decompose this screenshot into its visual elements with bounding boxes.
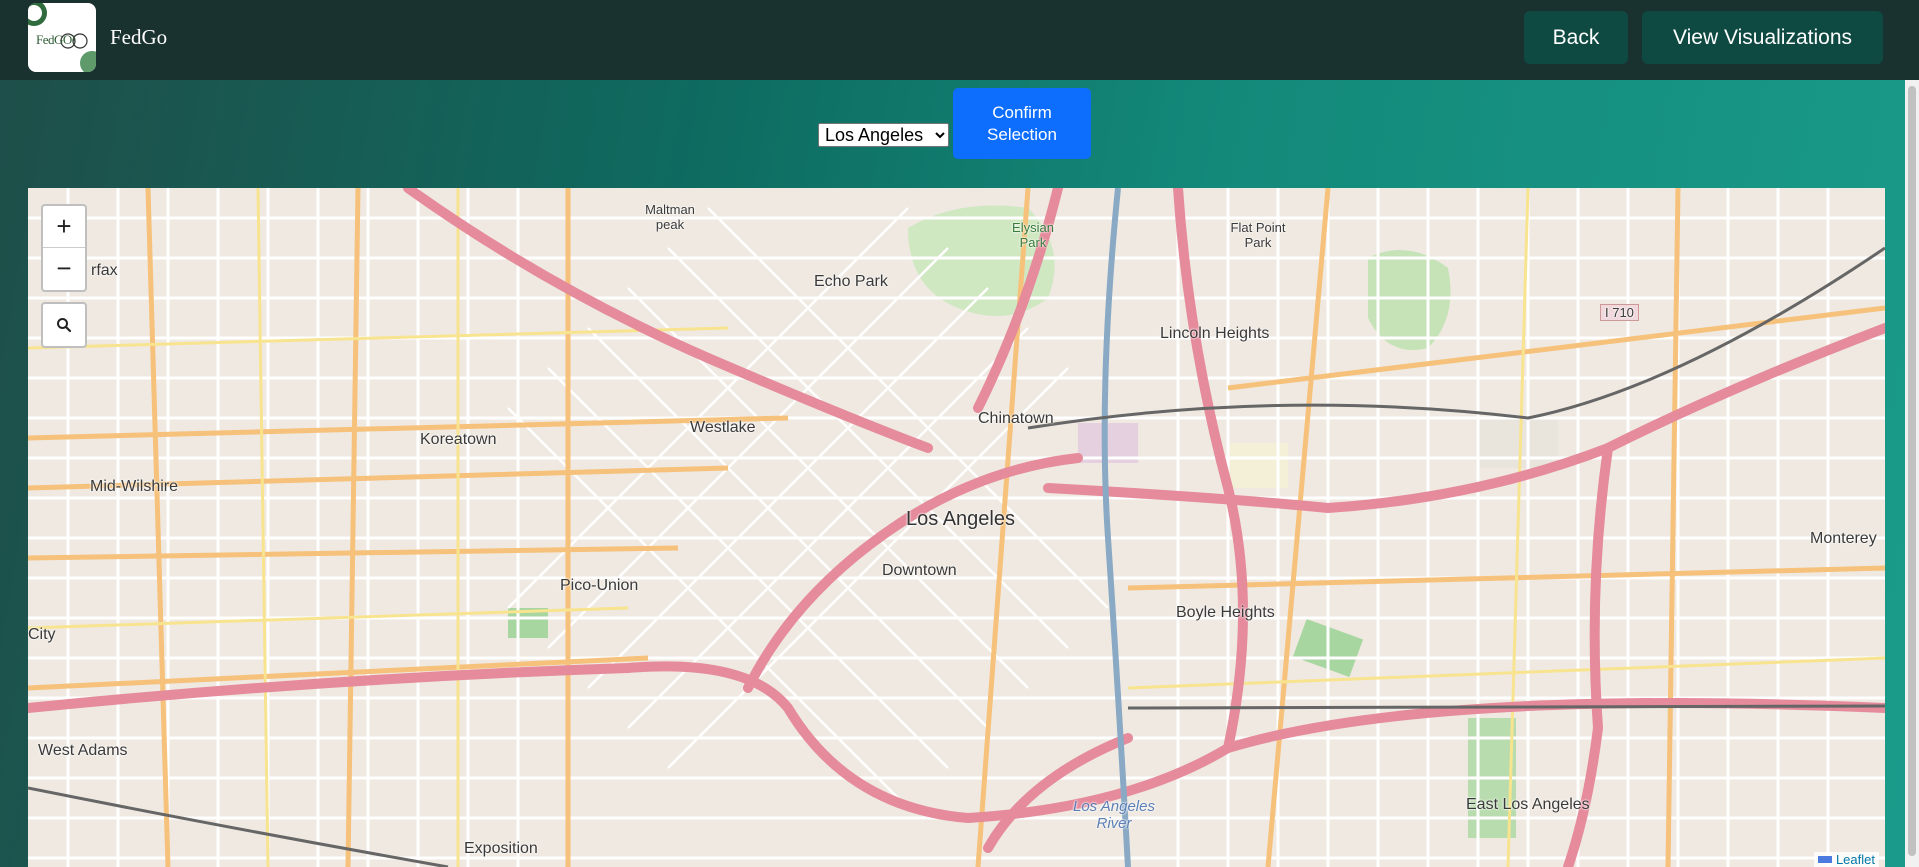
top-nav-bar: FedGO! FedGo Back View Visualizations (0, 0, 1919, 80)
zoom-out-button[interactable]: − (43, 247, 85, 289)
map-label-koreatown: Koreatown (420, 431, 497, 448)
map-label-chinatown: Chinatown (978, 410, 1054, 427)
map-label-exposition: Exposition (464, 840, 538, 857)
map-shield-i710: I 710 (1600, 304, 1639, 321)
map-attribution: Leaflet (1813, 852, 1879, 867)
map-label-mid-wilshire: Mid-Wilshire (90, 478, 178, 495)
map-label-monterey: Monterey (1810, 530, 1877, 547)
magnifier-icon (57, 318, 72, 333)
map-label-westlake: Westlake (690, 419, 756, 436)
confirm-selection-label: Confirm Selection (987, 102, 1057, 144)
fedgo-logo[interactable]: FedGO! (28, 3, 96, 72)
zoom-control: + − (41, 204, 87, 292)
map-label-la-river: Los Angeles River (1072, 798, 1155, 832)
page-scrollbar[interactable] (1905, 80, 1919, 867)
brand-name: FedGo (110, 25, 168, 49)
view-visualizations-button[interactable]: View Visualizations (1642, 11, 1883, 64)
confirm-selection-button[interactable]: Confirm Selection (953, 88, 1091, 159)
map-label-echo-park: Echo Park (814, 273, 888, 290)
map-label-lincoln-heights: Lincoln Heights (1160, 325, 1270, 342)
map-label-downtown: Downtown (882, 562, 957, 579)
zoom-in-button[interactable]: + (43, 206, 85, 247)
map-label-flat-point-park: Flat Point Park (1230, 220, 1286, 250)
map-label-east-los-angeles: East Los Angeles (1466, 796, 1590, 813)
map-label-city: City (28, 626, 56, 643)
city-select[interactable]: Los Angeles (818, 123, 949, 147)
map-label-elysian-park: Elysian Park (1012, 220, 1054, 250)
back-button[interactable]: Back (1524, 11, 1628, 64)
map-search-button[interactable] (41, 302, 87, 348)
ukraine-flag-icon (1817, 856, 1832, 863)
map-label-boyle-heights: Boyle Heights (1176, 604, 1275, 621)
map-label-pico-union: Pico-Union (560, 577, 639, 594)
leaflet-attribution-link[interactable]: Leaflet (1836, 852, 1875, 867)
map-label-west-adams: West Adams (38, 742, 128, 759)
scrollbar-thumb[interactable] (1908, 86, 1916, 856)
map-label-los-angeles: Los Angeles (906, 508, 1015, 530)
leaflet-map[interactable]: Los Angeles Downtown Echo Park Chinatown… (28, 188, 1885, 867)
map-label-fairfax: rfax (91, 262, 118, 279)
logo-text: FedGO! (36, 32, 76, 47)
map-label-maltman-peak: Maltman peak (645, 202, 695, 232)
